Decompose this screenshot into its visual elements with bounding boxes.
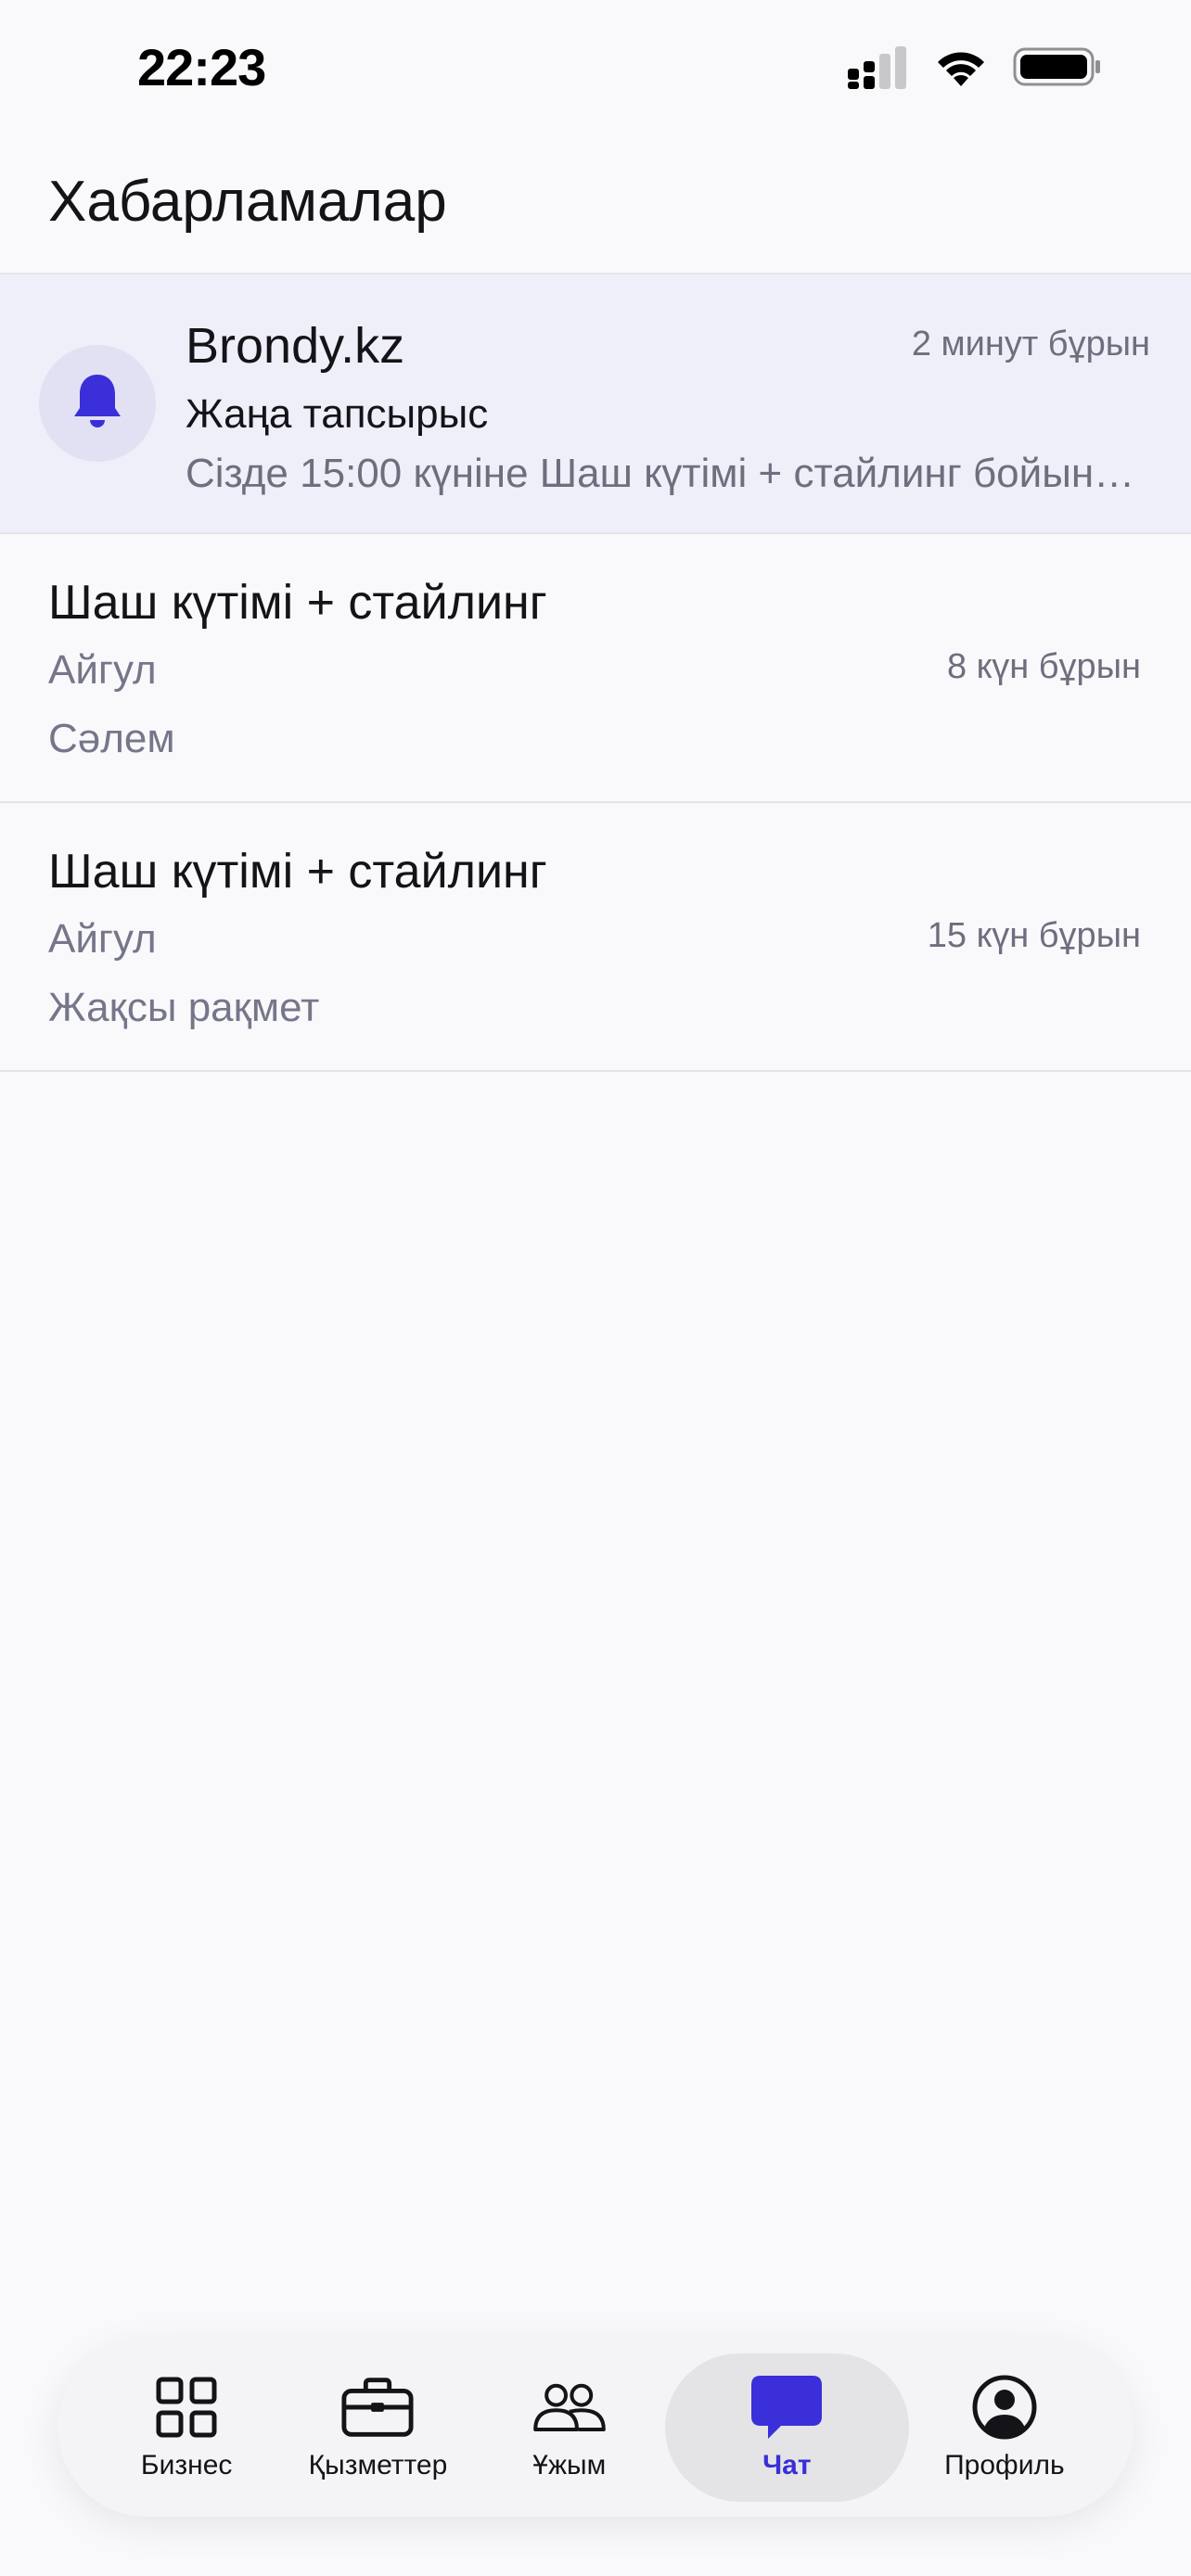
tab-label: Бизнес <box>140 2450 233 2480</box>
chat-contact-name: Айгул <box>48 647 157 693</box>
tab-label: Чат <box>762 2450 812 2480</box>
chat-bubble-icon <box>749 2374 824 2441</box>
grid-icon <box>149 2374 224 2441</box>
chat-time: 8 күн бұрын <box>946 647 1141 686</box>
chat-time: 15 күн бұрын <box>927 916 1141 955</box>
notification-sender: Brondy.kz <box>186 318 405 374</box>
tab-profile[interactable]: Профиль <box>909 2353 1100 2502</box>
notification-avatar <box>39 345 156 462</box>
page-title: Хабарламалар <box>48 170 447 234</box>
tab-team[interactable]: Ұжым <box>474 2353 665 2502</box>
chat-contact-name: Айгул <box>48 916 157 962</box>
chat-last-message: Жақсы рақмет <box>48 985 320 1030</box>
status-icons <box>848 45 1102 94</box>
tab-label: Қызметтер <box>308 2450 448 2480</box>
chat-last-message: Сәлем <box>48 716 175 761</box>
profile-icon <box>967 2374 1042 2441</box>
team-icon <box>532 2374 607 2441</box>
cellular-signal-icon <box>848 45 909 94</box>
status-time: 22:23 <box>137 38 266 96</box>
wifi-icon <box>933 45 989 93</box>
chat-row[interactable]: Шаш күтімі + стайлинг Айгул 15 күн бұрын… <box>0 803 1191 1072</box>
notification-time: 2 минут бұрын <box>911 325 1150 363</box>
chat-title: Шаш күтімі + стайлинг <box>48 576 547 630</box>
tab-chat[interactable]: Чат <box>664 2353 909 2502</box>
chat-row[interactable]: Шаш күтімі + стайлинг Айгул 8 күн бұрын … <box>0 534 1191 803</box>
tab-business[interactable]: Бизнес <box>91 2353 282 2502</box>
tab-bar: Бизнес Қызметтер Ұжым Чат Профиль <box>58 2339 1133 2517</box>
header: Хабарламалар <box>0 139 1191 274</box>
status-bar: 22:23 <box>0 0 1191 139</box>
bell-icon <box>70 371 125 437</box>
notification-preview: Сізде 15:00 күніне Шаш күтімі + стайлинг… <box>186 451 1150 496</box>
briefcase-icon <box>340 2374 415 2441</box>
chat-title: Шаш күтімі + стайлинг <box>48 845 547 899</box>
tab-label: Ұжым <box>532 2450 607 2480</box>
battery-icon <box>1013 45 1102 93</box>
tab-services[interactable]: Қызметтер <box>282 2353 473 2502</box>
notification-row[interactable]: Brondy.kz 2 минут бұрын Жаңа тапсырыс Сі… <box>0 274 1191 534</box>
notification-title: Жаңа тапсырыс <box>186 391 489 437</box>
tab-label: Профиль <box>944 2450 1065 2480</box>
